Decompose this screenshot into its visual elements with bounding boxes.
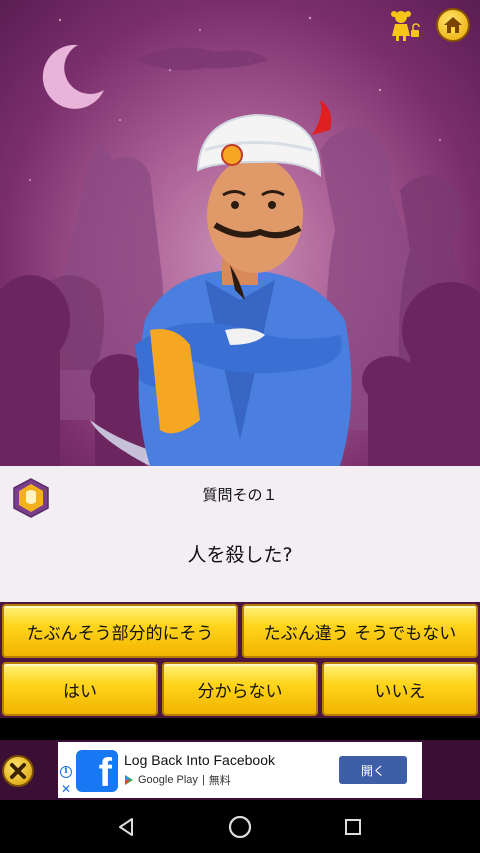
home-nav-icon — [228, 815, 252, 838]
unlock-icon — [411, 23, 420, 37]
home-icon — [444, 17, 462, 33]
question-number: 質問その１ — [202, 486, 278, 504]
girl-icon — [391, 11, 420, 41]
nav-back-button[interactable] — [112, 812, 142, 842]
ad-dismiss-icon[interactable]: ✕ — [61, 782, 71, 796]
answer-panel: たぶんそう部分的にそう たぶん違う そうでもない はい 分からない いいえ — [0, 602, 480, 718]
answer-yes-button[interactable]: はい — [2, 662, 158, 716]
ad-info-icon[interactable]: i — [60, 766, 72, 778]
ad-separator: | — [201, 774, 205, 786]
answer-no-button[interactable]: いいえ — [322, 662, 478, 716]
ad-title: Log Back Into Facebook — [124, 752, 275, 768]
home-button[interactable] — [436, 8, 470, 42]
game-scene — [0, 0, 480, 466]
answer-probably-not-button[interactable]: たぶん違う そうでもない — [242, 604, 478, 658]
facebook-icon: f — [76, 750, 118, 792]
recents-icon — [345, 818, 362, 835]
ad-subtitle: Google Play | 無料 — [124, 772, 231, 788]
ad-store: Google Play — [138, 774, 198, 786]
google-play-icon — [125, 775, 133, 785]
ad-price: 無料 — [208, 775, 231, 787]
answer-probably-partially-button[interactable]: たぶんそう部分的にそう — [2, 604, 238, 658]
nav-recents-button[interactable] — [338, 812, 368, 842]
system-nav-bar — [0, 800, 480, 853]
back-icon — [118, 817, 133, 836]
girl-mode-button[interactable] — [386, 8, 420, 42]
nav-home-button[interactable] — [225, 812, 255, 842]
ad-close-button[interactable] — [2, 755, 34, 787]
moon-icon — [42, 44, 104, 109]
close-icon — [10, 763, 26, 779]
ad-open-button[interactable]: 開く — [339, 756, 407, 784]
genie-illustration — [0, 16, 480, 466]
answer-dont-know-button[interactable]: 分からない — [162, 662, 318, 716]
question-text: 人を殺した? — [187, 544, 293, 566]
